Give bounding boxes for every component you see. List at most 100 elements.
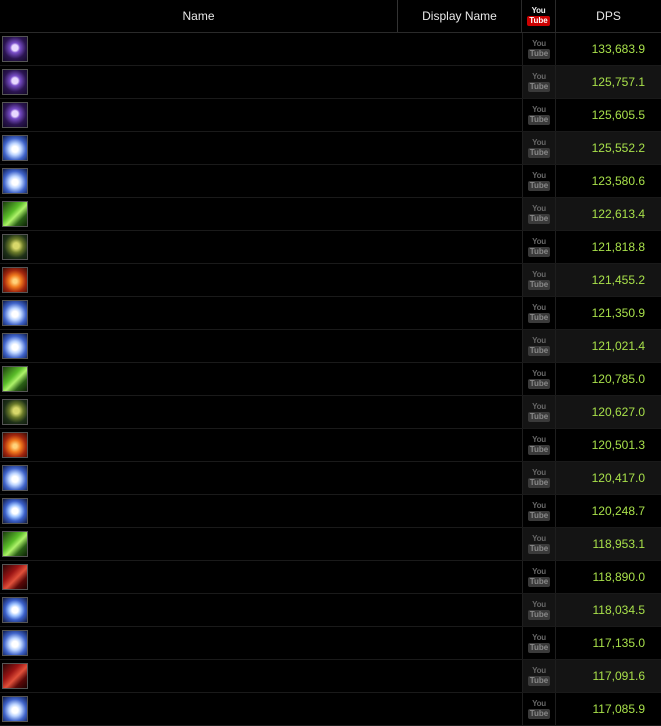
youtube-link[interactable]: You Tube	[522, 627, 556, 659]
column-header-name[interactable]: Name	[0, 0, 398, 32]
youtube-link[interactable]: You Tube	[522, 396, 556, 428]
table-row[interactable]: You Tube 125,605.5	[0, 99, 661, 132]
name-cell[interactable]	[0, 132, 522, 164]
name-cell[interactable]	[0, 330, 522, 362]
youtube-link[interactable]: You Tube	[522, 561, 556, 593]
holy-light-icon[interactable]	[2, 630, 28, 656]
table-row[interactable]: You Tube 118,890.0	[0, 561, 661, 594]
holy-light-icon[interactable]	[2, 168, 28, 194]
column-header-dps[interactable]: DPS	[556, 0, 661, 32]
table-row[interactable]: You Tube 125,552.2	[0, 132, 661, 165]
frost-skull-icon[interactable]	[2, 597, 28, 623]
table-row[interactable]: You Tube 122,613.4	[0, 198, 661, 231]
name-cell[interactable]	[0, 99, 522, 131]
plague-skull-icon[interactable]	[2, 234, 28, 260]
youtube-link[interactable]: You Tube	[522, 99, 556, 131]
youtube-tube-text: Tube	[527, 378, 551, 389]
name-cell[interactable]	[0, 627, 522, 659]
shadow-icon[interactable]	[2, 69, 28, 95]
youtube-link[interactable]: You Tube	[522, 132, 556, 164]
name-cell[interactable]	[0, 429, 522, 461]
name-cell[interactable]	[0, 561, 522, 593]
table-row[interactable]: You Tube 120,627.0	[0, 396, 661, 429]
name-cell[interactable]	[0, 528, 522, 560]
table-row[interactable]: You Tube 118,953.1	[0, 528, 661, 561]
name-cell[interactable]	[0, 363, 522, 395]
poison-blade-icon[interactable]	[2, 201, 28, 227]
name-cell[interactable]	[0, 33, 522, 65]
holy-light-icon[interactable]	[2, 696, 28, 722]
youtube-you-text: You	[532, 302, 546, 312]
poison-blade-icon[interactable]	[2, 531, 28, 557]
fire-axe-icon[interactable]	[2, 267, 28, 293]
table-row[interactable]: You Tube 120,501.3	[0, 429, 661, 462]
holy-light-icon[interactable]	[2, 465, 28, 491]
youtube-link[interactable]: You Tube	[522, 330, 556, 362]
column-header-youtube[interactable]: You Tube	[522, 0, 556, 32]
table-row[interactable]: You Tube 120,248.7	[0, 495, 661, 528]
youtube-link[interactable]: You Tube	[522, 363, 556, 395]
name-cell[interactable]	[0, 198, 522, 230]
table-row[interactable]: You Tube 121,021.4	[0, 330, 661, 363]
youtube-icon: You Tube	[527, 171, 551, 191]
fire-axe-icon[interactable]	[2, 432, 28, 458]
youtube-link[interactable]: You Tube	[522, 297, 556, 329]
name-cell[interactable]	[0, 231, 522, 263]
youtube-you-text: You	[532, 104, 546, 114]
frost-skull-icon[interactable]	[2, 498, 28, 524]
youtube-tube-text: Tube	[527, 411, 551, 422]
name-cell[interactable]	[0, 264, 522, 296]
youtube-link[interactable]: You Tube	[522, 528, 556, 560]
shadow-icon[interactable]	[2, 102, 28, 128]
name-cell[interactable]	[0, 594, 522, 626]
table-row[interactable]: You Tube 121,350.9	[0, 297, 661, 330]
youtube-link[interactable]: You Tube	[522, 264, 556, 296]
table-row[interactable]: You Tube 133,683.9	[0, 33, 661, 66]
poison-blade-icon[interactable]	[2, 366, 28, 392]
table-row[interactable]: You Tube 117,135.0	[0, 627, 661, 660]
holy-light-icon[interactable]	[2, 300, 28, 326]
table-row[interactable]: You Tube 118,034.5	[0, 594, 661, 627]
column-header-display-name[interactable]: Display Name	[398, 0, 522, 32]
youtube-link[interactable]: You Tube	[522, 198, 556, 230]
youtube-icon: You Tube	[527, 6, 550, 26]
name-cell[interactable]	[0, 495, 522, 527]
youtube-link[interactable]: You Tube	[522, 33, 556, 65]
youtube-you-text: You	[532, 137, 546, 147]
youtube-tube-text: Tube	[527, 15, 550, 26]
name-cell[interactable]	[0, 693, 522, 725]
table-row[interactable]: You Tube 123,580.6	[0, 165, 661, 198]
youtube-link[interactable]: You Tube	[522, 594, 556, 626]
youtube-tube-text: Tube	[527, 147, 551, 158]
youtube-link[interactable]: You Tube	[522, 693, 556, 725]
name-cell[interactable]	[0, 396, 522, 428]
table-row[interactable]: You Tube 120,417.0	[0, 462, 661, 495]
table-row[interactable]: You Tube 120,785.0	[0, 363, 661, 396]
table-row[interactable]: You Tube 117,085.9	[0, 693, 661, 726]
shadow-icon[interactable]	[2, 36, 28, 62]
name-cell[interactable]	[0, 297, 522, 329]
name-cell[interactable]	[0, 165, 522, 197]
blood-scythe-icon[interactable]	[2, 663, 28, 689]
table-row[interactable]: You Tube 125,757.1	[0, 66, 661, 99]
youtube-link[interactable]: You Tube	[522, 462, 556, 494]
youtube-link[interactable]: You Tube	[522, 231, 556, 263]
holy-light-icon[interactable]	[2, 333, 28, 359]
plague-skull-icon[interactable]	[2, 399, 28, 425]
youtube-link[interactable]: You Tube	[522, 495, 556, 527]
youtube-you-text: You	[532, 236, 546, 246]
table-row[interactable]: You Tube 121,455.2	[0, 264, 661, 297]
youtube-link[interactable]: You Tube	[522, 660, 556, 692]
youtube-link[interactable]: You Tube	[522, 66, 556, 98]
table-row[interactable]: You Tube 117,091.6	[0, 660, 661, 693]
youtube-icon: You Tube	[527, 435, 551, 455]
youtube-icon: You Tube	[527, 534, 551, 554]
name-cell[interactable]	[0, 462, 522, 494]
name-cell[interactable]	[0, 660, 522, 692]
table-row[interactable]: You Tube 121,818.8	[0, 231, 661, 264]
blood-scythe-icon[interactable]	[2, 564, 28, 590]
name-cell[interactable]	[0, 66, 522, 98]
holy-light-icon[interactable]	[2, 135, 28, 161]
youtube-link[interactable]: You Tube	[522, 165, 556, 197]
youtube-link[interactable]: You Tube	[522, 429, 556, 461]
